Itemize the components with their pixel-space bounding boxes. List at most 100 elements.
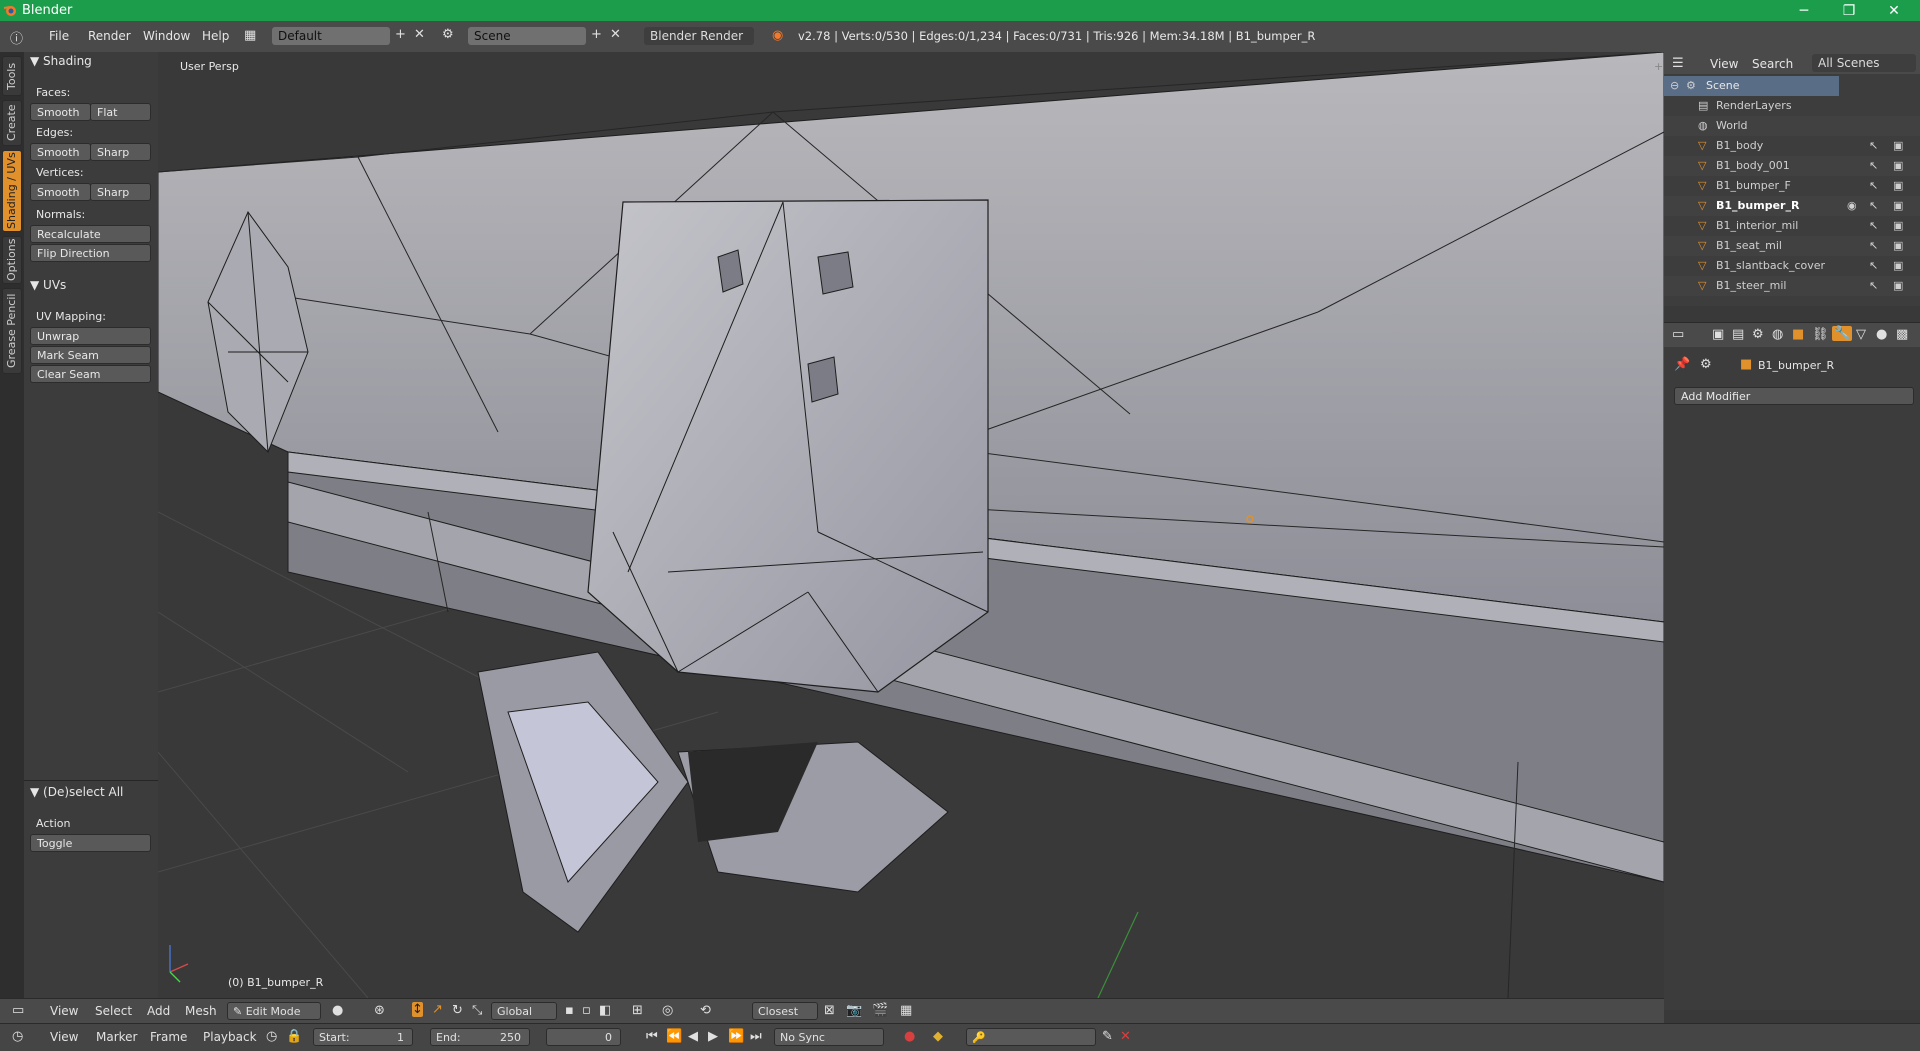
delete-keyframe-icon[interactable]: ✕ [1120,1029,1131,1044]
texture-tab-icon[interactable]: ▩ [1896,327,1908,342]
end-frame-field[interactable]: End: 250 [430,1028,530,1046]
operator-panel-toggle[interactable]: ▼ (De)select All [30,785,123,799]
outliner-item-b1-bumper-f[interactable]: ▽ B1_bumper_F ↖ ▣ [1664,176,1920,196]
restrict-select-icon[interactable]: ↖ [1869,236,1878,256]
add-layout-icon[interactable]: + [395,27,406,42]
view3d-menu-add[interactable]: Add [147,1004,170,1018]
add-modifier-button[interactable]: Add Modifier [1674,387,1914,405]
vertices-sharp-button[interactable]: Sharp [90,183,151,201]
outliner-item-scene[interactable]: ⊖ ⚙ Scene [1664,76,1839,96]
jump-keyframe-forward-icon[interactable]: ⏩ [728,1029,744,1044]
timeline-menu-marker[interactable]: Marker [96,1030,137,1044]
outliner-item-b1-bumper-r[interactable]: ▽ B1_bumper_R ◉ ↖ ▣ [1664,196,1920,216]
pivot-point-icon[interactable]: ⊛ [374,1003,385,1018]
snap-element-icon[interactable]: ⊠ [824,1003,835,1018]
outliner-item-b1-interior-mil[interactable]: ▽ B1_interior_mil ↖ ▣ [1664,216,1920,236]
outliner-item-b1-slantback-cover[interactable]: ▽ B1_slantback_cover ↖ ▣ [1664,256,1920,276]
unwrap-menu-button[interactable]: Unwrap [30,327,151,345]
limit-selection-icon[interactable]: ⊞ [632,1003,643,1018]
edges-sharp-button[interactable]: Sharp [90,143,151,161]
jump-keyframe-back-icon[interactable]: ⏪ [666,1029,682,1044]
tab-create[interactable]: Create [2,100,22,146]
layer-icon[interactable]: ▦ [900,1003,912,1018]
viewport-expand-icon[interactable]: + [1654,60,1663,73]
start-frame-field[interactable]: Start: 1 [313,1028,413,1046]
3d-viewport[interactable]: User Persp (0) B1_bumper_R + [158,52,1664,998]
keying-set-field[interactable]: 🔑 [966,1028,1096,1046]
constraints-tab-icon[interactable]: ⛓ [1812,327,1829,342]
eye-icon[interactable]: ◉ [1847,196,1857,216]
insert-keyframe-icon[interactable]: ✎ [1102,1029,1113,1044]
outliner-item-b1-body[interactable]: ▽ B1_body ↖ ▣ [1664,136,1920,156]
menu-help[interactable]: Help [202,29,229,43]
snap-icon[interactable]: ⟲ [700,1003,711,1018]
sync-mode-select[interactable]: No Sync [774,1028,884,1046]
jump-end-icon[interactable]: ⏭ [750,1029,762,1044]
modifiers-tab-icon[interactable]: 🔧 [1832,326,1853,341]
orientation-select[interactable]: Global [491,1002,557,1020]
action-select[interactable]: Toggle [30,834,151,852]
restrict-select-icon[interactable]: ↖ [1869,216,1878,236]
view3d-menu-view[interactable]: View [50,1004,78,1018]
opengl-render-icon[interactable]: 📷 [846,1003,862,1018]
remove-scene-icon[interactable]: ✕ [610,27,621,42]
outliner-scope-select[interactable]: All Scenes [1812,54,1916,72]
faces-flat-button[interactable]: Flat [90,103,151,121]
tab-options[interactable]: Options [2,236,22,284]
render-layers-tab-icon[interactable]: ▤ [1732,327,1744,342]
vertex-select-icon[interactable]: ▪ [565,1003,574,1018]
flip-direction-button[interactable]: Flip Direction [30,244,151,262]
restrict-render-icon[interactable]: ▣ [1893,196,1903,216]
render-animation-icon[interactable]: 🎬 [872,1003,888,1018]
play-icon[interactable]: ▶ [708,1029,718,1044]
outliner-item-renderlayers[interactable]: ▤ RenderLayers [1664,96,1920,116]
timeline-menu-frame[interactable]: Frame [150,1030,187,1044]
remove-layout-icon[interactable]: ✕ [414,27,425,42]
menu-file[interactable]: File [49,29,69,43]
tab-shading-uvs[interactable]: Shading / UVs [2,150,22,232]
outliner-item-b1-steer-mil[interactable]: ▽ B1_steer_mil ↖ ▣ [1664,276,1920,296]
current-frame-field[interactable]: 0 [546,1028,621,1046]
timeline-menu-playback[interactable]: Playback [203,1030,257,1044]
edge-select-icon[interactable]: ▫ [582,1003,591,1018]
face-select-icon[interactable]: ◧ [599,1003,611,1018]
outliner-item-b1-body-001[interactable]: ▽ B1_body_001 ↖ ▣ [1664,156,1920,176]
record-icon[interactable]: ● [904,1029,915,1044]
timeline-editor-icon[interactable]: ◷ [12,1029,23,1044]
timeline-menu-view[interactable]: View [50,1030,78,1044]
screen-layout-icon[interactable]: ▦ [244,28,256,43]
info-editor-icon[interactable]: ⓘ [10,28,23,47]
restrict-select-icon[interactable]: ↖ [1869,156,1878,176]
pin-icon[interactable]: 📌 [1674,357,1690,372]
menu-render[interactable]: Render [88,29,131,43]
view3d-menu-select[interactable]: Select [95,1004,132,1018]
proportional-edit-icon[interactable]: ◎ [662,1003,673,1018]
collapse-icon[interactable]: ⊖ [1670,76,1679,96]
keying-set-icon[interactable]: ◆ [933,1029,943,1044]
outliner-item-world[interactable]: ◍ World [1664,116,1920,136]
restrict-render-icon[interactable]: ▣ [1893,236,1903,256]
material-tab-icon[interactable]: ● [1876,327,1887,342]
jump-start-icon[interactable]: ⏮ [646,1029,658,1044]
editor-type-icon[interactable]: ▭ [12,1003,24,1018]
lock-icon[interactable]: 🔒 [286,1029,302,1044]
outliner-menu-search[interactable]: Search [1752,57,1793,71]
restrict-select-icon[interactable]: ↖ [1869,276,1878,296]
restrict-select-icon[interactable]: ↖ [1869,256,1878,276]
scene-field[interactable]: Scene [468,27,586,45]
faces-smooth-button[interactable]: Smooth [30,103,91,121]
scene-tab-icon[interactable]: ⚙ [1752,327,1764,342]
restrict-render-icon[interactable]: ▣ [1893,216,1903,236]
restrict-render-icon[interactable]: ▣ [1893,136,1903,156]
manipulator-icon[interactable]: ↕ [412,1002,423,1017]
restrict-select-icon[interactable]: ↖ [1869,176,1878,196]
record-time-icon[interactable]: ◷ [266,1029,277,1044]
outliner-item-b1-seat-mil[interactable]: ▽ B1_seat_mil ↖ ▣ [1664,236,1920,256]
view3d-menu-mesh[interactable]: Mesh [185,1004,217,1018]
outliner-editor-icon[interactable]: ☰ [1672,56,1684,71]
restrict-render-icon[interactable]: ▣ [1893,276,1903,296]
restrict-render-icon[interactable]: ▣ [1893,156,1903,176]
render-engine-select[interactable]: Blender Render [644,27,754,45]
recalculate-button[interactable]: Recalculate [30,225,151,243]
minimize-icon[interactable]: ─ [1784,1,1824,21]
